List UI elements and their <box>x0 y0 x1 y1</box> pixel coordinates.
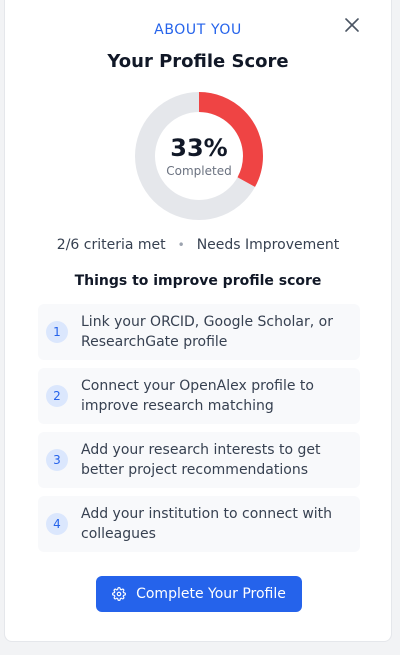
close-icon <box>345 18 359 32</box>
score-donut: 33% Completed <box>135 92 263 220</box>
separator-dot: • <box>177 238 185 252</box>
improvement-text: Connect your OpenAlex profile to improve… <box>81 378 314 414</box>
page-title: Your Profile Score <box>107 51 289 72</box>
complete-profile-label: Complete Your Profile <box>136 586 286 602</box>
improvement-text: Add your institution to connect with col… <box>81 506 333 542</box>
improvements-title: Things to improve profile score <box>74 273 322 289</box>
step-number: 2 <box>46 385 68 407</box>
score-rating: Needs Improvement <box>196 237 340 253</box>
complete-profile-button[interactable]: Complete Your Profile <box>96 576 302 612</box>
criteria-met: 2/6 criteria met <box>56 237 166 253</box>
improvement-item: 2 Connect your OpenAlex profile to impro… <box>38 368 360 424</box>
score-summary: 2/6 criteria met • Needs Improvement <box>5 237 391 253</box>
improvement-text: Add your research interests to get bette… <box>81 442 321 478</box>
score-status-label: Completed <box>166 164 232 178</box>
improvement-list: 1 Link your ORCID, Google Scholar, or Re… <box>38 304 360 560</box>
score-percent: 33% <box>170 134 228 162</box>
gear-icon <box>112 587 127 601</box>
eyebrow-label: ABOUT YOU <box>154 22 242 38</box>
step-number: 3 <box>46 449 68 471</box>
improvement-item: 1 Link your ORCID, Google Scholar, or Re… <box>38 304 360 360</box>
improvement-item: 4 Add your institution to connect with c… <box>38 496 360 552</box>
step-number: 1 <box>46 321 68 343</box>
profile-score-card: ABOUT YOU Your Profile Score 33% Complet… <box>4 0 392 642</box>
improvement-item: 3 Add your research interests to get bet… <box>38 432 360 488</box>
improvement-text: Link your ORCID, Google Scholar, or Rese… <box>81 314 333 350</box>
close-button[interactable] <box>343 16 361 34</box>
step-number: 4 <box>46 513 68 535</box>
